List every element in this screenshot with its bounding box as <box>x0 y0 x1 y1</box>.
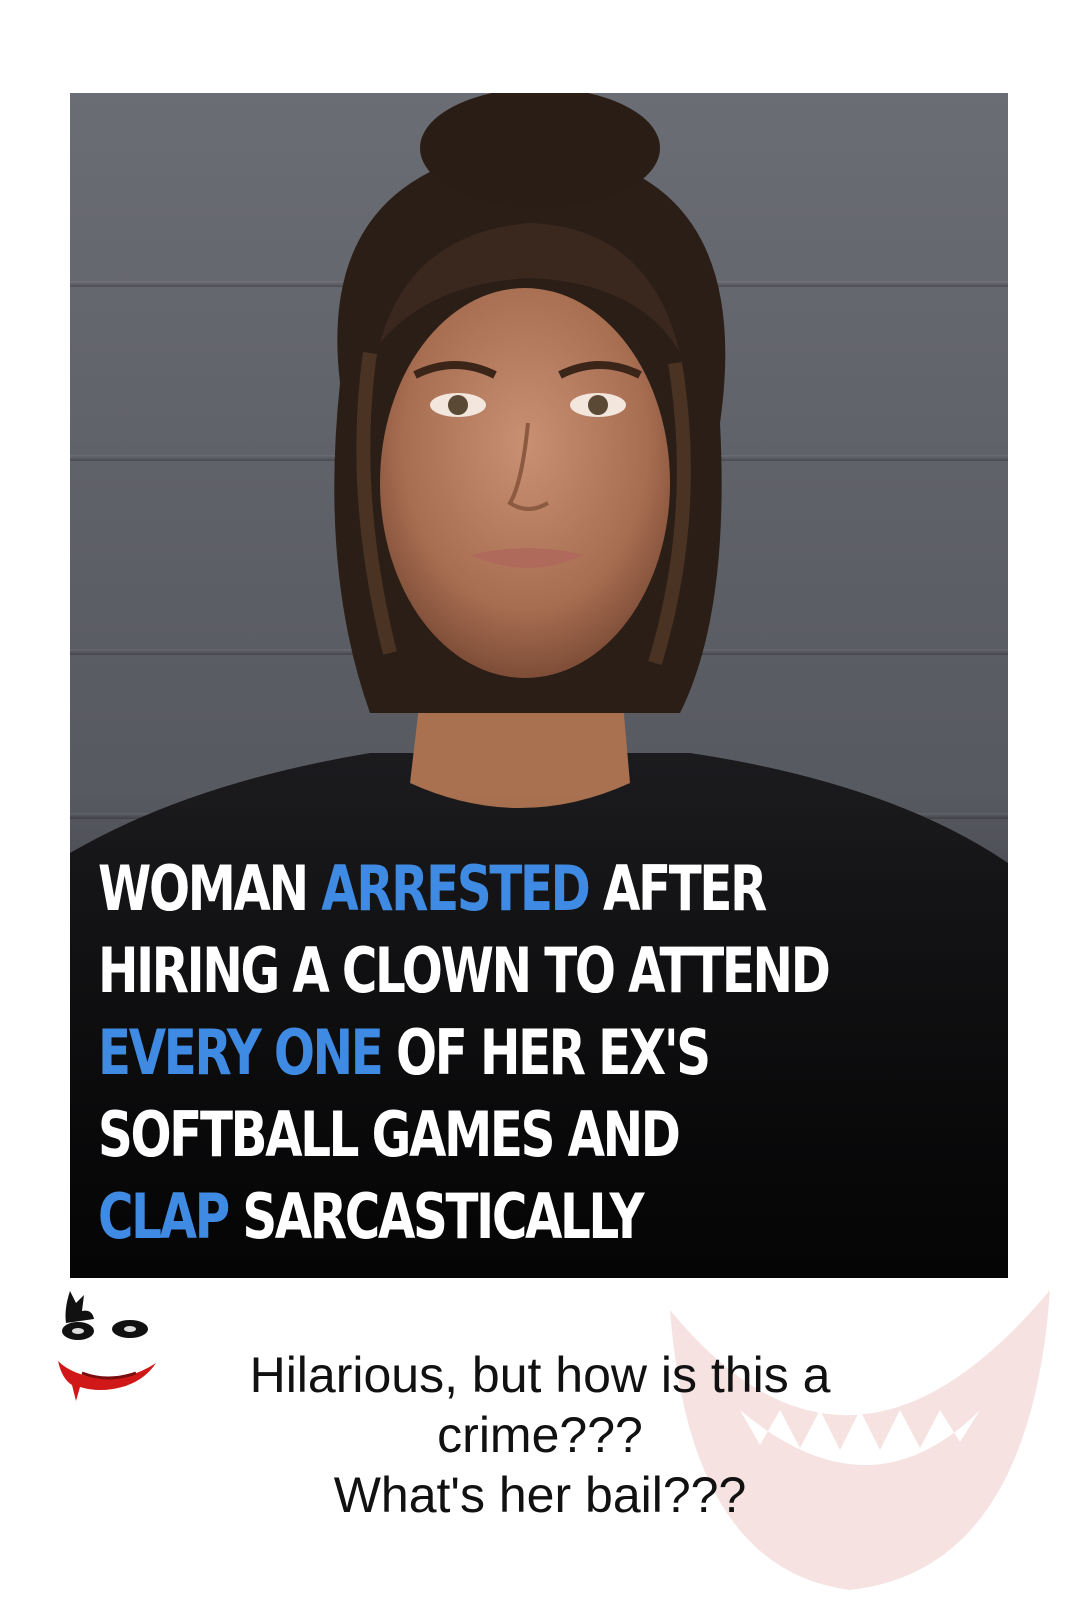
headline-word: AFTER <box>588 852 767 925</box>
headline-highlight: CLAP <box>98 1180 230 1253</box>
mugshot-photo: WOMAN ARRESTED AFTER HIRING A CLOWN TO A… <box>70 93 1008 1278</box>
caption-line-3: What's her bail??? <box>333 1467 747 1523</box>
headline-line-3: EVERY ONE OF HER EX'S <box>98 1012 784 1094</box>
headline-line-4: SOFTBALL GAMES AND <box>98 1098 681 1171</box>
headline-word: SARCASTICALLY <box>227 1180 644 1253</box>
headline-line-5: CLAP SARCASTICALLY <box>98 1176 784 1258</box>
caption-line-2: crime??? <box>437 1407 643 1463</box>
joker-face-icon <box>58 1291 156 1401</box>
meme-page: WOMAN ARRESTED AFTER HIRING A CLOWN TO A… <box>0 0 1080 1613</box>
headline-word: OF HER EX'S <box>381 1016 711 1089</box>
headline: WOMAN ARRESTED AFTER HIRING A CLOWN TO A… <box>98 848 831 1258</box>
headline-word: WOMAN <box>98 852 322 925</box>
headline-highlight: ARRESTED <box>321 852 591 925</box>
headline-line-1: WOMAN ARRESTED AFTER <box>98 848 784 930</box>
caption: Hilarious, but how is this a crime??? Wh… <box>170 1345 910 1525</box>
headline-line-2: HIRING A CLOWN TO ATTEND <box>98 934 831 1007</box>
caption-line-1: Hilarious, but how is this a <box>249 1347 831 1403</box>
headline-highlight: EVERY ONE <box>98 1016 384 1089</box>
